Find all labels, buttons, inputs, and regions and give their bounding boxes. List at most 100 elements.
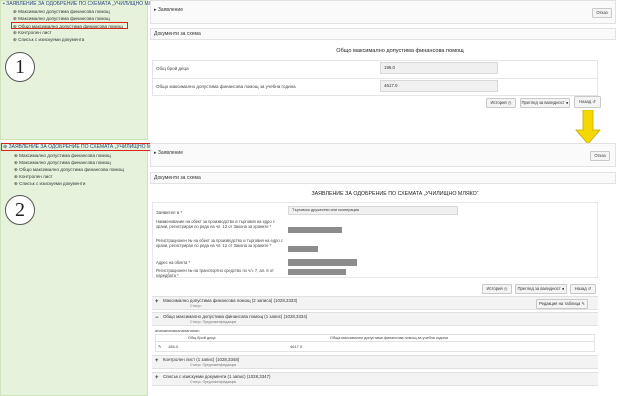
tree-item-documents[interactable]: ⊕ Списък с изискуеми документи: [0, 180, 148, 187]
section-bar-bottom: [150, 172, 616, 184]
tree-item-control-sheet[interactable]: ⊕ Контролен лист: [1, 29, 147, 36]
tree-root-item-bottom[interactable]: ⊕ ЗАЯВЛЕНИЕ ЗА ОДОБРЕНИЕ ПО СХЕМАТА „УЧИ…: [1, 143, 166, 151]
tree-item-total-max-aid[interactable]: ⊕ Общо максимално допустима финансова по…: [11, 22, 128, 29]
form-title: ЗАЯВЛЕНИЕ ЗА ОДОБРЕНИЕ ПО СХЕМАТА „УЧИЛИ…: [311, 191, 479, 197]
section-status: Статус:: [190, 304, 202, 308]
history-label: История: [486, 286, 503, 291]
tree-item-label: Максимално допустима финансова помощ: [18, 9, 110, 14]
section-title: Документи за схема: [154, 175, 201, 181]
address-label: Адрес на обекта *: [156, 260, 191, 265]
tree-root-item[interactable]: ▪ ЗАЯВЛЕНИЕ ЗА ОДОБРЕНИЕ ПО СХЕМАТА „УЧИ…: [1, 1, 164, 8]
history-button[interactable]: История ◷: [486, 98, 516, 108]
facility-reg-label: Регистрационен № на обект за производств…: [156, 238, 283, 248]
back-button[interactable]: Назад ↺: [574, 96, 601, 108]
tree-item-label: Общо максимално допустима финансова помо…: [19, 167, 124, 172]
collapsible-section-control-sheet[interactable]: + Контролен лист (1 запис) (1028,3348) С…: [152, 355, 598, 369]
step-marker-2: 2: [5, 195, 35, 225]
section-bar-top: [150, 28, 616, 40]
section-heading: Контролен лист (1 запис) (1028,3348): [163, 357, 240, 362]
tree-item-total-max-aid[interactable]: ⊕ Общо максимално допустима финансова по…: [0, 166, 148, 173]
header-title-text: Заявление: [157, 7, 183, 13]
validity-check-button[interactable]: Преглед за валидност ●: [515, 284, 567, 294]
tree-item-max-aid-1[interactable]: ⊕ Максимално допустима финансова помощ: [0, 152, 148, 159]
facility-name-label: Наименование на обект за производство и …: [156, 219, 275, 229]
applicant-label: Заявител в *: [156, 210, 183, 215]
header-title: ▸ Заявление: [154, 7, 183, 13]
header-bar-bottom: [150, 143, 616, 167]
validity-label: Преглед за валидност: [521, 100, 565, 105]
history-label: История: [490, 100, 507, 105]
edit-table-button[interactable]: Редакция на таблица ✎: [536, 299, 588, 309]
tree-item-label: Максимално допустима финансова помощ: [19, 160, 111, 165]
back-label: Назад: [574, 286, 587, 291]
vehicle-reg-label: Регистрационен № на транспортно средство…: [156, 268, 274, 278]
validity-label: Преглед за валидност: [517, 286, 561, 291]
children-count-label: Общ брой деца: [156, 66, 189, 71]
total-aid-field[interactable]: 4617.0: [380, 80, 498, 92]
cancel-button[interactable]: Отказ: [590, 151, 610, 161]
tree-item-documents[interactable]: ⊕ Списък с изискуеми документа: [1, 36, 147, 43]
arrow-down-icon: [575, 110, 601, 145]
info-icon: ●: [561, 286, 565, 291]
edit-row-icon[interactable]: ✎: [158, 344, 161, 349]
section-title: Документи за схема: [154, 31, 201, 37]
redacted-value: [288, 246, 318, 252]
info-icon: ●: [565, 100, 569, 105]
tree-item-label: Контролен лист: [19, 174, 53, 179]
tree-item-label: Максимално допустима финансова помощ: [19, 153, 111, 158]
header-title-text: Заявление: [157, 150, 183, 156]
stray-text: anananananananananan: [155, 328, 200, 333]
tree-item-label: Контролен лист: [18, 30, 52, 35]
section-heading: Общо максимално допустима финансова помо…: [163, 314, 308, 319]
plus-icon[interactable]: +: [155, 299, 159, 305]
collapsible-section-max-aid[interactable]: + Максимално допустима финансова помощ (…: [152, 296, 598, 310]
tree-item-max-aid-2[interactable]: ⊕ Максимално допустима финансова помощ: [0, 159, 148, 166]
cancel-button[interactable]: Отказ: [592, 8, 612, 18]
edit-table-label: Редакция на таблица: [538, 301, 581, 306]
divider: [155, 341, 595, 342]
redacted-value: [288, 227, 342, 233]
form-title: Общо максимално допустима финансова помо…: [336, 48, 464, 54]
collapsible-section-total-aid[interactable]: − Общо максимално допустима финансова по…: [152, 312, 598, 326]
tree-item-label: Максимално допустима финансова помощ: [18, 16, 110, 21]
redacted-value: [288, 259, 357, 266]
history-button[interactable]: История ◷: [482, 284, 512, 294]
section-heading: Максимално допустима финансова помощ (2 …: [163, 298, 298, 303]
back-button[interactable]: Назад ↺: [570, 284, 596, 294]
total-aid-label: Общо максимално допустима финансова помо…: [156, 84, 296, 89]
header-bar-top: [150, 0, 616, 24]
history-icon: ◷: [507, 100, 512, 105]
undo-icon: ↺: [592, 99, 596, 104]
tree-root-label: ⊕ ЗАЯВЛЕНИЕ ЗА ОДОБРЕНИЕ ПО СХЕМАТА „УЧИ…: [3, 144, 167, 150]
table-cell: 186.0: [168, 344, 179, 349]
step-marker-1: 1: [5, 52, 35, 82]
plus-icon[interactable]: +: [155, 375, 159, 381]
table-cell: 4617.0: [290, 344, 303, 349]
section-status: Статус: Предложен/редакция: [190, 363, 237, 367]
tree-root-text: ЗАЯВЛЕНИЕ ЗА ОДОБРЕНИЕ ПО СХЕМАТА „УЧИЛИ…: [8, 144, 167, 150]
history-icon: ◷: [503, 286, 508, 291]
children-count-field[interactable]: 196.0: [380, 62, 498, 74]
tree-item-max-aid-1[interactable]: ⊕ Максимално допустима финансова помощ: [1, 8, 147, 15]
redacted-value: [288, 269, 346, 275]
section-heading: Списък с изискуеми документи (1 запис) (…: [163, 374, 271, 379]
table-header: Общ брой деца: [188, 336, 216, 340]
collapsible-section-documents[interactable]: + Списък с изискуеми документи (1 запис)…: [152, 372, 598, 386]
tree-item-control-sheet[interactable]: ⊕ Контролен лист: [0, 173, 148, 180]
section-status: Статус: Предложен/редакция: [190, 380, 237, 384]
table-header: Обща максимално допустима финансова помо…: [330, 336, 448, 340]
edit-icon: ✎: [581, 301, 586, 306]
tree-item-label: Списък с изискуеми документа: [18, 37, 85, 42]
undo-icon: ↺: [587, 286, 592, 291]
section-status: Статус: Предложен/редакция: [190, 320, 237, 324]
applicant-field[interactable]: Търговско дружество или кооперация: [288, 206, 458, 215]
header-title: ▸ Заявление: [154, 150, 183, 156]
back-label: Назад: [579, 99, 592, 104]
plus-icon[interactable]: +: [155, 358, 159, 364]
tree-item-max-aid-2[interactable]: ⊕ Максимално допустима финансова помощ: [1, 15, 147, 22]
divider: [152, 78, 598, 79]
minus-icon[interactable]: −: [155, 315, 159, 321]
validity-check-button[interactable]: Преглед за валидност ●: [520, 98, 570, 108]
tree-root-label: ЗАЯВЛЕНИЕ ЗА ОДОБРЕНИЕ ПО СХЕМАТА „УЧИЛИ…: [6, 1, 164, 7]
tree-item-label: Списък с изискуеми документи: [19, 181, 86, 186]
